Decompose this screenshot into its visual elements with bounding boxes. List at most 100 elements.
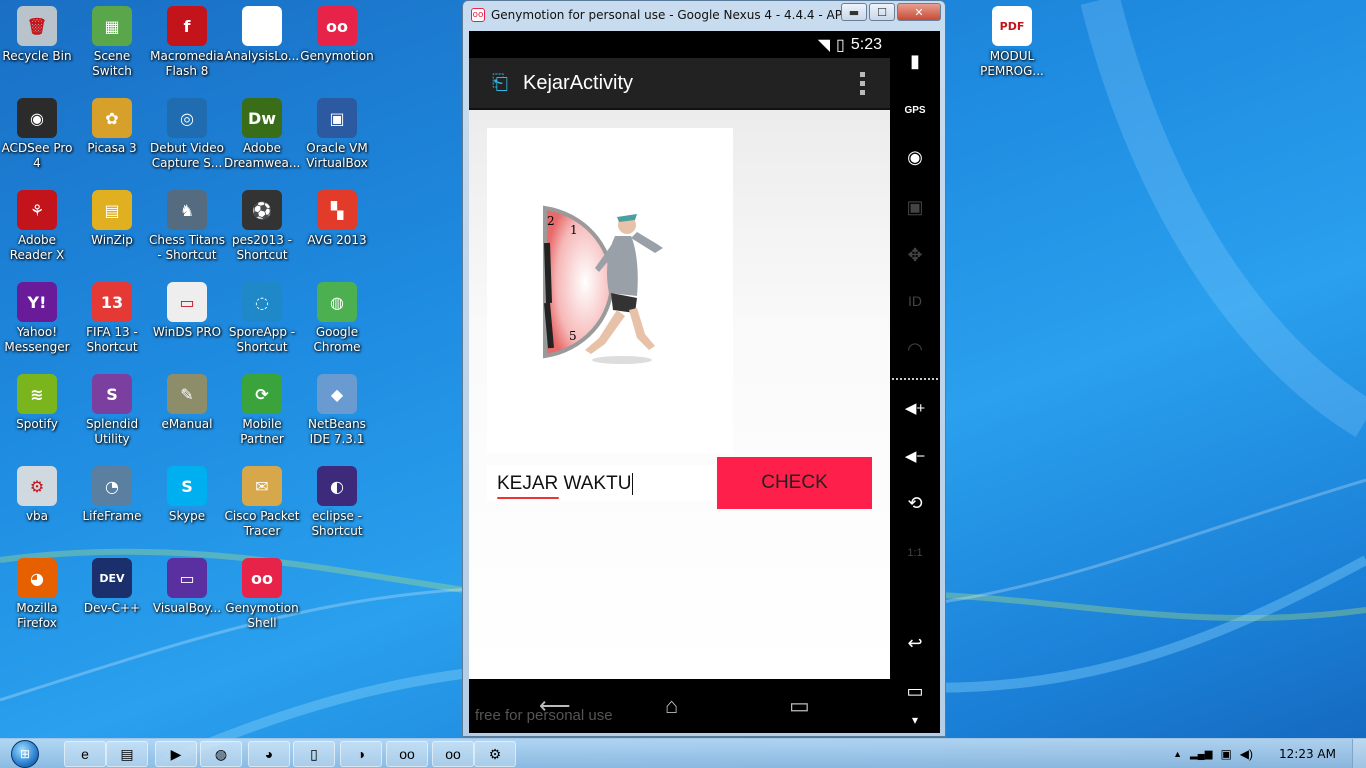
wifi-icon: ◥ — [817, 36, 831, 54]
desktop-icon[interactable]: Dw Adobe Dreamwea... — [224, 98, 300, 171]
flash-icon: f — [167, 6, 207, 46]
desktop-icon[interactable]: ▚ AVG 2013 — [299, 190, 375, 248]
debut-icon: ◎ — [167, 98, 207, 138]
webcam-icon[interactable]: ◉ — [890, 147, 940, 168]
desktop-icon[interactable]: ♞ Chess Titans - Shortcut — [149, 190, 225, 263]
network-icon: ◠ — [907, 339, 923, 359]
desktop-icon[interactable]: ◔ LifeFrame — [74, 466, 150, 524]
answer-input[interactable]: KEJAR WAKTU — [487, 465, 715, 501]
mobile-partner-icon: ⟳ — [242, 374, 282, 414]
clock-number: 1 — [570, 223, 578, 237]
genymotion-shell-icon: oo — [445, 746, 461, 762]
volume-icon[interactable]: ◀) — [1240, 747, 1253, 761]
desktop-icon-label: eManual — [161, 417, 213, 431]
network-icon[interactable]: ▣ — [1220, 747, 1231, 761]
taskbar-button[interactable]: ◕ — [248, 741, 290, 767]
desktop-icon[interactable]: ⚘ Adobe Reader X — [0, 190, 75, 263]
desktop-icon[interactable]: ◐ eclipse - Shortcut — [299, 466, 375, 539]
taskbar-button[interactable]: oo — [386, 741, 428, 767]
splendid-icon: S — [92, 374, 132, 414]
clock[interactable]: 12:23 AM — [1279, 747, 1336, 761]
gps-icon[interactable]: GPS — [890, 105, 940, 116]
desktop-icon[interactable]: 🗑 Recycle Bin — [0, 6, 75, 64]
window-controls: ▬ ☐ ✕ — [841, 3, 941, 21]
genymotion-window[interactable]: oo Genymotion for personal use - Google … — [462, 0, 946, 737]
desktop-icon[interactable]: ◎ Debut Video Capture S... — [149, 98, 225, 171]
desktop-icon[interactable]: ⚙ vba — [0, 466, 75, 524]
desktop-icon-label: FIFA 13 - Shortcut — [86, 325, 138, 354]
show-desktop-button[interactable] — [1352, 739, 1366, 768]
vba-icon: ⚙ — [17, 466, 57, 506]
back-icon[interactable]: ⟵ — [539, 693, 571, 719]
taskbar-button[interactable]: ▶ — [155, 741, 197, 767]
check-button[interactable]: CHECK — [717, 457, 872, 509]
desktop-icon[interactable]: ⚽ pes2013 - Shortcut — [224, 190, 300, 263]
recents-icon[interactable]: ▭ — [789, 693, 810, 719]
desktop-icon[interactable]: Y! Yahoo! Messenger — [0, 282, 75, 355]
desktop-icon[interactable]: S Splendid Utility — [74, 374, 150, 447]
battery-widget-icon[interactable]: ▮ — [890, 51, 940, 72]
desktop-icon[interactable]: ▭ VisualBoy... — [149, 558, 225, 616]
desktop-icon[interactable]: ◆ NetBeans IDE 7.3.1 — [299, 374, 375, 447]
desktop-icon[interactable]: ◉ ACDSee Pro 4 — [0, 98, 75, 171]
pixel-perfect-icon: 1:1 — [907, 547, 923, 559]
desktop-icon[interactable]: S Skype — [149, 466, 225, 524]
desktop-icon-label: WinDS PRO — [152, 325, 222, 339]
desktop-icon[interactable]: ◍ Google Chrome — [299, 282, 375, 355]
maximize-button[interactable]: ☐ — [869, 3, 895, 21]
rotate-icon[interactable]: ⟲ — [890, 493, 940, 514]
yahoo-icon: Y! — [17, 282, 57, 322]
taskbar-button[interactable]: ▤ — [106, 741, 148, 767]
taskbar-button[interactable]: ◍ — [200, 741, 242, 767]
taskbar-button[interactable]: oo — [432, 741, 474, 767]
desktop-icon[interactable]: DEV Dev-C++ — [74, 558, 150, 616]
desktop-icon-label: Spotify — [16, 417, 58, 431]
volume-down-icon[interactable]: ◀− — [890, 447, 940, 465]
ie-icon: e — [81, 746, 89, 762]
back-button-icon[interactable]: ↩ — [890, 633, 940, 654]
volume-up-icon[interactable]: ◀+ — [890, 399, 940, 417]
desktop-icon[interactable]: ⟳ Mobile Partner — [224, 374, 300, 447]
overflow-menu-icon[interactable] — [860, 72, 866, 95]
desktop-icon[interactable]: ✉ Cisco Packet Tracer — [224, 466, 300, 539]
close-button[interactable]: ✕ — [897, 3, 941, 21]
desktop-icon[interactable]: PDF MODUL PEMROG... — [974, 6, 1050, 79]
taskbar-button[interactable]: ▯ — [293, 741, 335, 767]
menu-icon[interactable]: ▾ — [890, 713, 940, 727]
android-status-bar: ◥ ▯ 5:23 — [469, 31, 890, 58]
spotify-icon: ≋ — [17, 374, 57, 414]
pdf-icon: PDF — [992, 6, 1032, 46]
recycle-bin-icon: 🗑 — [17, 6, 57, 46]
desktop-icon-label: Debut Video Capture S... — [150, 141, 224, 170]
signal-icon[interactable]: ▂▄▆ — [1190, 749, 1212, 760]
minimize-button[interactable]: ▬ — [841, 3, 867, 21]
taskbar-button[interactable]: e — [64, 741, 106, 767]
toolbar-divider — [892, 378, 938, 380]
desktop-icon[interactable]: ✿ Picasa 3 — [74, 98, 150, 156]
desktop-icon[interactable]: ▭ WinDS PRO — [149, 282, 225, 340]
desktop-icon[interactable]: f Macromedia Flash 8 — [149, 6, 225, 79]
desktop-icon[interactable]: oo Genymotion — [299, 6, 375, 64]
desktop-icon[interactable]: ◌ SporeApp - Shortcut — [224, 282, 300, 355]
start-button[interactable]: ⊞ — [4, 739, 46, 768]
desktop-icon[interactable]: ✎ eManual — [149, 374, 225, 432]
spellcheck-underline — [497, 497, 559, 499]
desktop-icon[interactable]: ≋ Spotify — [0, 374, 75, 432]
desktop-icon[interactable]: ▤ WinZip — [74, 190, 150, 248]
desktop-icon[interactable]: ▦ Scene Switch — [74, 6, 150, 79]
desktop-icon-label: Cisco Packet Tracer — [224, 509, 300, 538]
desktop-icon[interactable]: ▣ Oracle VM VirtualBox — [299, 98, 375, 171]
home-icon[interactable]: ⌂ — [665, 693, 678, 719]
taskbar-button[interactable]: ⚙ — [474, 741, 516, 767]
recent-apps-icon[interactable]: ▭ — [890, 681, 940, 702]
system-tray: ▲ ▂▄▆ ▣ ◀) 12:23 AM — [1173, 739, 1366, 768]
desktop-icon[interactable]: 13 FIFA 13 - Shortcut — [74, 282, 150, 355]
desktop-icon[interactable]: AnalysisLo... — [224, 6, 300, 64]
desktop-icon[interactable]: ◕ Mozilla Firefox — [0, 558, 75, 631]
firefox-icon: ◕ — [17, 558, 57, 598]
show-hidden-icons-icon[interactable]: ▲ — [1173, 749, 1182, 759]
taskbar-button[interactable]: ◑ — [340, 741, 382, 767]
window-titlebar[interactable]: oo Genymotion for personal use - Google … — [463, 1, 945, 29]
emanual-icon: ✎ — [167, 374, 207, 414]
desktop-icon[interactable]: oo Genymotion Shell — [224, 558, 300, 631]
